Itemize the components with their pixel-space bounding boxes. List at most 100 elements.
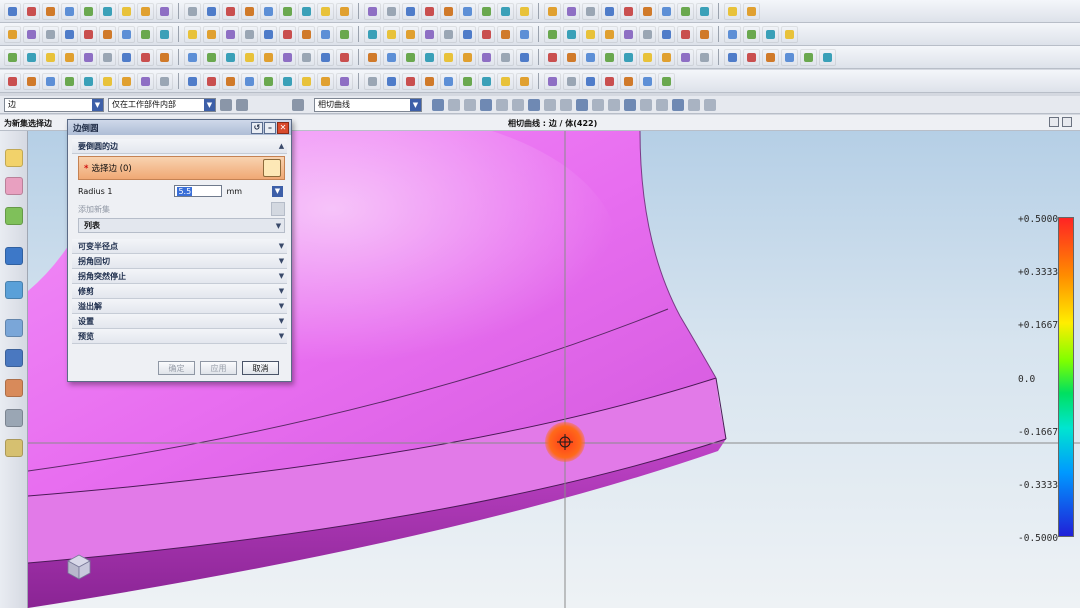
toolbar-tool-icon[interactable] [364,25,381,43]
toolbar-tool-icon[interactable] [137,72,154,90]
toolbar-tool-icon[interactable] [61,48,78,66]
toolbar-tool-icon[interactable] [658,25,675,43]
toolbar-tool-icon[interactable] [42,25,59,43]
toolbar-tool-icon[interactable] [658,48,675,66]
toolbar-tool-icon[interactable] [99,48,116,66]
toolbar-tool-icon[interactable] [516,48,533,66]
toolbar-tool-icon[interactable] [459,2,476,20]
toolbar-tool-icon[interactable] [241,48,258,66]
toolbar-tool-icon[interactable] [620,72,637,90]
toolbar-tool-icon[interactable] [279,48,296,66]
edges-section-header[interactable]: 要倒圆的边 ▲ [72,139,287,154]
toolbar-tool-icon[interactable] [658,2,675,20]
toolbar-tool-icon[interactable] [317,72,334,90]
toolbar-tool-icon[interactable] [478,48,495,66]
toolbar-tool-icon[interactable] [497,2,514,20]
toolbar-tool-icon[interactable] [279,25,296,43]
dialog-section-header[interactable]: 拐角回切 ▼ [72,254,287,269]
toolbar-tool-icon[interactable] [497,48,514,66]
toolbar-tool-icon[interactable] [781,25,798,43]
toolbar-tool-icon[interactable] [582,48,599,66]
toolbar-tool-icon[interactable] [402,48,419,66]
snap-point-icon[interactable] [432,98,444,111]
toolbar-tool-icon[interactable] [459,48,476,66]
dialog-section-header[interactable]: 溢出解 ▼ [72,299,287,314]
toolbar-tool-icon[interactable] [260,48,277,66]
toolbar-tool-icon[interactable] [222,2,239,20]
toolbar-tool-icon[interactable] [620,48,637,66]
toolbar-tool-icon[interactable] [42,72,59,90]
toolbar-tool-icon[interactable] [563,72,580,90]
toolbar-tool-icon[interactable] [696,25,713,43]
toolbar-tool-icon[interactable] [317,25,334,43]
toolbar-tool-icon[interactable] [364,72,381,90]
snap-point-icon[interactable] [528,98,540,111]
toolbar-tool-icon[interactable] [696,2,713,20]
toolbar-tool-icon[interactable] [298,25,315,43]
snap-point-icon[interactable] [544,98,556,111]
toolbar-tool-icon[interactable] [677,48,694,66]
dialog-section-header[interactable]: 预览 ▼ [72,329,287,344]
toolbar-tool-icon[interactable] [497,72,514,90]
toolbar-tool-icon[interactable] [61,72,78,90]
snap-point-icon[interactable] [640,98,652,111]
toolbar-tool-icon[interactable] [61,2,78,20]
ok-button[interactable]: 确定 [158,361,195,375]
toolbar-tool-icon[interactable] [743,2,760,20]
toolbar-tool-icon[interactable] [620,2,637,20]
toolbar-tool-icon[interactable] [298,48,315,66]
toolbar-tool-icon[interactable] [601,25,618,43]
toolbar-tool-icon[interactable] [241,2,258,20]
snap-point-icon[interactable] [576,98,588,111]
toolbar-tool-icon[interactable] [23,25,40,43]
toolbar-tool-icon[interactable] [317,48,334,66]
system-materials-icon[interactable] [5,409,23,427]
toolbar-tool-icon[interactable] [478,2,495,20]
toolbar-tool-icon[interactable] [620,25,637,43]
roles-icon[interactable] [5,379,23,397]
toolbar-tool-icon[interactable] [544,25,561,43]
snap-point-icon[interactable] [512,98,524,111]
toolbar-tool-icon[interactable] [184,2,201,20]
toolbar-tool-icon[interactable] [80,72,97,90]
toolbar-tool-icon[interactable] [383,2,400,20]
snap-point-icon[interactable] [480,98,492,111]
toolbar-tool-icon[interactable] [23,2,40,20]
toolbar-tool-icon[interactable] [383,25,400,43]
maximize-icon[interactable] [1062,117,1072,127]
toolbar-tool-icon[interactable] [582,25,599,43]
toolbar-tool-icon[interactable] [156,25,173,43]
snap-point-icon[interactable] [624,98,636,111]
curve-rule-select[interactable]: 相切曲线 ▼ [314,97,422,112]
snap-point-icon[interactable] [704,98,716,111]
part-navigator-icon[interactable] [5,207,23,225]
toolbar-tool-icon[interactable] [42,48,59,66]
snap-point-icon[interactable] [656,98,668,111]
toolbar-tool-icon[interactable] [317,2,334,20]
toolbar-tool-icon[interactable] [677,25,694,43]
toolbar-tool-icon[interactable] [402,2,419,20]
toolbar-tool-icon[interactable] [99,2,116,20]
toolbar-tool-icon[interactable] [497,25,514,43]
assembly-navigator-icon[interactable] [5,149,23,167]
snap-point-icon[interactable] [464,98,476,111]
apply-button[interactable]: 应用 [200,361,237,375]
list-row[interactable]: 列表 ▼ [78,218,285,233]
toolbar-tool-icon[interactable] [478,25,495,43]
toolbar-tool-icon[interactable] [61,25,78,43]
toolbar-tool-icon[interactable] [118,25,135,43]
snap-point-icon[interactable] [672,98,684,111]
toolbar-tool-icon[interactable] [203,25,220,43]
toolbar-tool-icon[interactable] [440,25,457,43]
toolbar-tool-icon[interactable] [440,72,457,90]
dialog-section-header[interactable]: 修剪 ▼ [72,284,287,299]
toolbar-tool-icon[interactable] [402,25,419,43]
toolbar-tool-icon[interactable] [544,48,561,66]
toolbar-tool-icon[interactable] [4,72,21,90]
dialog-section-header[interactable]: 设置 ▼ [72,314,287,329]
toolbar-tool-icon[interactable] [364,2,381,20]
toolbar-tool-icon[interactable] [23,72,40,90]
toolbar-tool-icon[interactable] [99,72,116,90]
cancel-button[interactable]: 取消 [242,361,279,375]
toolbar-tool-icon[interactable] [336,2,353,20]
